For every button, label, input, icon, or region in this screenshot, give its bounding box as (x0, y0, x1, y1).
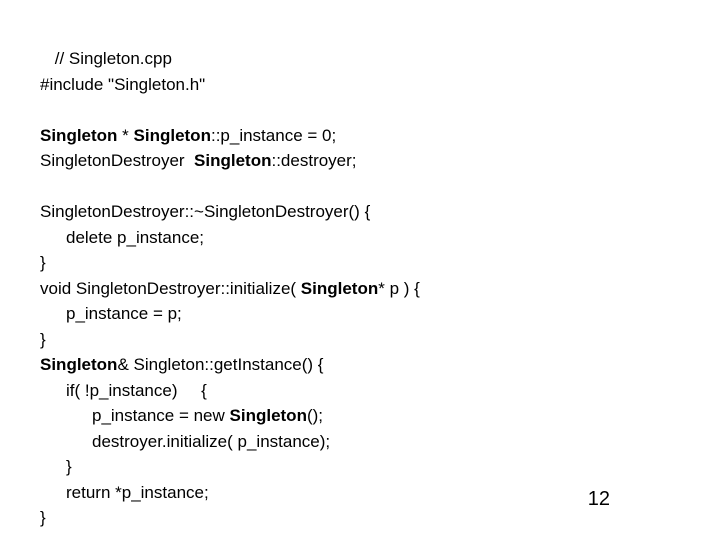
code-line: // Singleton.cpp (40, 46, 680, 72)
code-line: } (40, 505, 680, 531)
page-number: 12 (588, 484, 610, 514)
code-line: destroyer.initialize( p_instance); (40, 429, 680, 455)
keyword: Singleton (40, 126, 117, 145)
text: (); (307, 406, 323, 425)
text: * p ) { (378, 279, 420, 298)
code-line-blank (40, 97, 680, 123)
code-slide: // Singleton.cpp #include "Singleton.h" … (0, 0, 720, 531)
text: ::p_instance = 0; (211, 126, 336, 145)
code-line: void SingletonDestroyer::initialize( Sin… (40, 276, 680, 302)
code-line: return *p_instance; (40, 480, 680, 506)
code-line: p_instance = p; (40, 301, 680, 327)
code-line: Singleton * Singleton::p_instance = 0; (40, 123, 680, 149)
keyword: Singleton (230, 406, 307, 425)
text: & Singleton::getInstance() { (117, 355, 323, 374)
keyword: Singleton (301, 279, 378, 298)
code-line: } (40, 454, 680, 480)
text: SingletonDestroyer (40, 151, 194, 170)
code-line-blank (40, 174, 680, 200)
code-line: p_instance = new Singleton(); (40, 403, 680, 429)
keyword: Singleton (134, 126, 211, 145)
text: * (117, 126, 133, 145)
code-line: Singleton& Singleton::getInstance() { (40, 352, 680, 378)
keyword: Singleton (194, 151, 271, 170)
text: void SingletonDestroyer::initialize( (40, 279, 301, 298)
text: p_instance = new (92, 406, 230, 425)
code-line: } (40, 250, 680, 276)
code-line: SingletonDestroyer Singleton::destroyer; (40, 148, 680, 174)
code-line: SingletonDestroyer::~SingletonDestroyer(… (40, 199, 680, 225)
keyword: Singleton (40, 355, 117, 374)
code-line: #include "Singleton.h" (40, 72, 680, 98)
code-line: if( !p_instance) { (40, 378, 680, 404)
text: ::destroyer; (271, 151, 356, 170)
code-line: } (40, 327, 680, 353)
code-line: delete p_instance; (40, 225, 680, 251)
